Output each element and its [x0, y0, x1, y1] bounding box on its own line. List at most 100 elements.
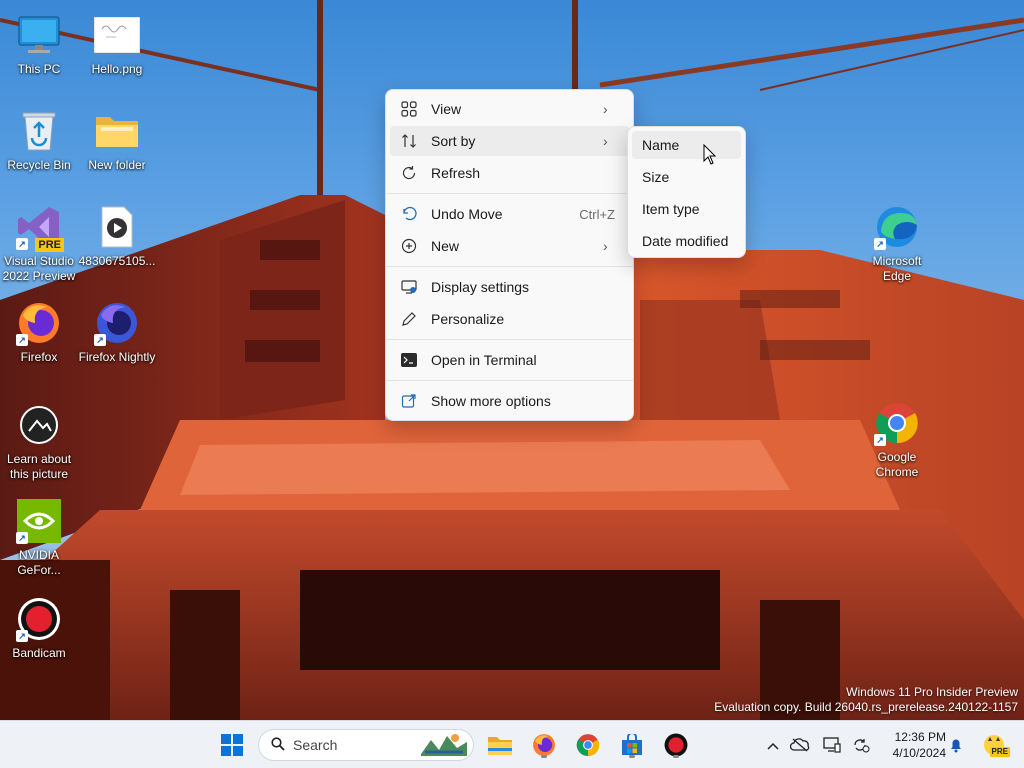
running-indicator	[629, 755, 635, 758]
bandicam-icon: ↗	[16, 596, 62, 642]
onedrive-icon[interactable]	[784, 738, 816, 752]
desktop-icon-new-folder[interactable]: New folder	[78, 108, 156, 173]
watermark-edition: Windows 11 Pro Insider Preview	[846, 685, 1018, 699]
sync-icon[interactable]	[848, 737, 874, 753]
shortcut-arrow-icon: ↗	[94, 334, 106, 346]
taskbar: Search 12:36 PM 4/10/2024 PRE	[0, 720, 1024, 768]
menu-item-refresh[interactable]: Refresh	[390, 158, 629, 188]
shortcut-arrow-icon: ↗	[16, 532, 28, 544]
running-indicator	[541, 755, 547, 758]
menu-item-show-more-options[interactable]: Show more options	[390, 386, 629, 416]
menu-separator	[386, 193, 633, 194]
running-indicator	[673, 755, 679, 758]
plus-circle-icon	[400, 237, 418, 255]
taskbar-microsoft-store[interactable]	[616, 729, 648, 761]
camera-spotlight-icon	[16, 402, 62, 448]
submenu-item-size[interactable]: Size	[632, 163, 741, 191]
menu-item-view[interactable]: View ›	[390, 94, 629, 124]
menu-item-label: New	[431, 238, 460, 254]
firefox-icon: ↗	[16, 300, 62, 346]
insider-preview-badge-button[interactable]: PRE	[978, 729, 1010, 761]
sort-arrows-icon	[400, 132, 418, 150]
start-button[interactable]	[216, 729, 248, 761]
clock-date: 4/10/2024	[892, 746, 946, 760]
submenu-item-item-type[interactable]: Item type	[632, 195, 741, 223]
recycle-bin-icon	[16, 108, 62, 154]
desktop-icon-microsoft-edge[interactable]: ↗ Microsoft Edge	[858, 204, 936, 284]
system-tray	[762, 721, 874, 768]
share-external-icon	[400, 392, 418, 410]
desktop-icon-firefox[interactable]: ↗ Firefox	[0, 300, 78, 365]
taskbar-search[interactable]: Search	[258, 729, 474, 761]
menu-item-label: Refresh	[431, 165, 481, 181]
desktop-icon-nvidia[interactable]: ↗ NVIDIA GeFor...	[0, 498, 78, 578]
menu-separator	[386, 339, 633, 340]
desktop-icon-learn-about-picture[interactable]: Learn about this picture	[0, 402, 78, 482]
submenu-item-name[interactable]: Name	[632, 131, 741, 159]
menu-item-display-settings[interactable]: Display settings	[390, 272, 629, 302]
shortcut-arrow-icon: ↗	[16, 334, 28, 346]
desktop-icon-video-file[interactable]: 4830675105...	[78, 204, 156, 269]
submenu-item-label: Date modified	[642, 233, 729, 249]
desktop-icon-label: Google Chrome	[875, 450, 919, 479]
clock-time: 12:36 PM	[894, 730, 946, 744]
desktop-icon-hello-png[interactable]: Hello.png	[78, 12, 156, 77]
menu-item-undo-move[interactable]: Undo Move Ctrl+Z	[390, 199, 629, 229]
taskbar-bandicam[interactable]	[660, 729, 692, 761]
menu-item-label: Display settings	[431, 279, 530, 295]
search-placeholder: Search	[293, 737, 338, 753]
desktop-icon-label: New folder	[88, 158, 146, 172]
firefox-icon	[533, 734, 555, 756]
desktop-icon-firefox-nightly[interactable]: ↗ Firefox Nightly	[78, 300, 156, 365]
desktop-icon-this-pc[interactable]: This PC	[0, 12, 78, 77]
display-icon[interactable]	[816, 737, 848, 753]
submenu-item-label: Size	[642, 169, 670, 185]
menu-item-new[interactable]: New ›	[390, 231, 629, 261]
video-file-icon	[94, 204, 140, 250]
desktop-icon-label: Microsoft Edge	[872, 254, 922, 283]
menu-item-personalize[interactable]: Personalize	[390, 304, 629, 334]
taskbar-file-explorer[interactable]	[484, 729, 516, 761]
menu-item-label: Open in Terminal	[431, 352, 537, 368]
menu-item-label: Personalize	[431, 311, 505, 327]
watermark-build: Evaluation copy. Build 26040.rs_prerelea…	[714, 700, 1018, 714]
chrome-icon: ↗	[874, 400, 920, 446]
bell-icon	[951, 739, 961, 753]
desktop-icon-bandicam[interactable]: ↗ Bandicam	[0, 596, 78, 661]
windows-watermark: Windows 11 Pro Insider Preview Evaluatio…	[714, 685, 1018, 715]
edge-icon: ↗	[874, 204, 920, 250]
chrome-icon	[576, 734, 600, 756]
desktop-icon-label: This PC	[17, 62, 61, 76]
notifications-button[interactable]	[944, 729, 968, 761]
menu-item-label: Show more options	[431, 393, 551, 409]
terminal-icon	[400, 351, 418, 369]
submenu-item-date-modified[interactable]: Date modified	[632, 227, 741, 255]
taskbar-chrome[interactable]	[572, 729, 604, 761]
display-settings-icon	[400, 278, 418, 296]
menu-separator	[386, 380, 633, 381]
menu-item-open-in-terminal[interactable]: Open in Terminal	[390, 345, 629, 375]
undo-icon	[400, 205, 418, 223]
menu-item-sort-by[interactable]: Sort by ›	[390, 126, 629, 156]
microsoft-store-icon	[622, 734, 642, 755]
shortcut-arrow-icon: ↗	[16, 238, 28, 250]
pre-badge: PRE	[989, 747, 1010, 757]
submenu-item-label: Name	[642, 137, 680, 153]
shortcut-arrow-icon: ↗	[874, 434, 886, 446]
shortcut-arrow-icon: ↗	[874, 238, 886, 250]
search-highlight-illustration-icon	[421, 732, 467, 759]
visual-studio-icon: PRE ↗	[16, 204, 64, 252]
pen-icon	[400, 310, 418, 328]
file-explorer-icon	[488, 737, 512, 755]
desktop-icon-label: Firefox Nightly	[78, 350, 156, 364]
desktop-icon-visual-studio[interactable]: PRE ↗ Visual Studio 2022 Preview	[0, 204, 78, 284]
desktop-icon-recycle-bin[interactable]: Recycle Bin	[0, 108, 78, 173]
desktop-icon-google-chrome[interactable]: ↗ Google Chrome	[858, 400, 936, 480]
desktop-icon-label: 4830675105...	[78, 254, 156, 268]
taskbar-firefox[interactable]	[528, 729, 560, 761]
desktop-icon-label: NVIDIA GeFor...	[17, 548, 61, 577]
taskbar-clock[interactable]: 12:36 PM 4/10/2024	[880, 729, 946, 761]
firefox-nightly-icon: ↗	[94, 300, 140, 346]
keyboard-shortcut: Ctrl+Z	[579, 206, 615, 222]
chevron-up-icon[interactable]	[762, 737, 784, 753]
